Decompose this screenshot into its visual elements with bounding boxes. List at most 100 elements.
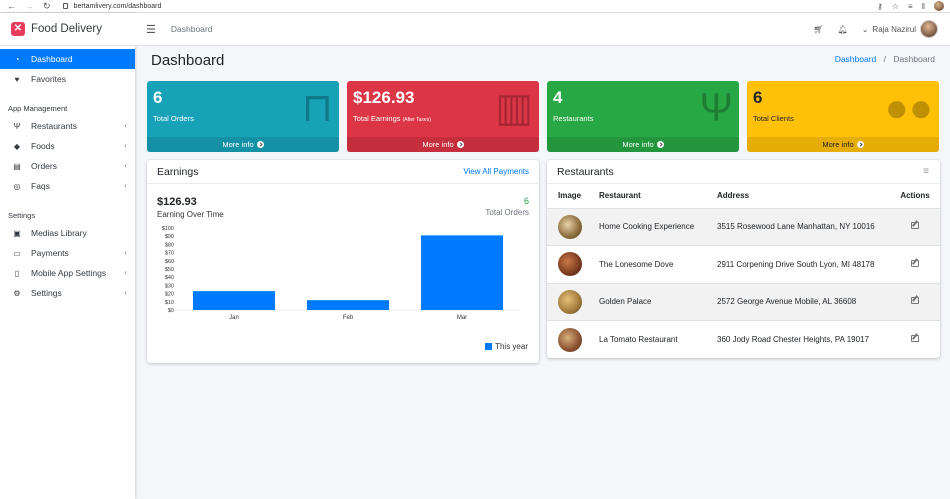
topbar-actions: 🛒︎ 🔔︎ ⌄ Raja Nazirul xyxy=(813,20,938,38)
bar-mar[interactable] xyxy=(420,235,504,310)
chevron-left-icon: ‹ xyxy=(124,141,127,150)
sidebar-item-favorites[interactable]: ♥ Favorites xyxy=(0,69,135,89)
bar-jan[interactable] xyxy=(192,291,276,310)
column-header-actions: Actions xyxy=(900,191,930,201)
earnings-bar-chart: $0 $10 $20 $30 $40 $50 $60 $70 $80 $90 $100 Jan Feb M… xyxy=(162,226,519,321)
total-orders-box: 6 Total Orders ⊓ More info xyxy=(147,81,339,152)
key-icon[interactable]: ⚷ xyxy=(877,2,883,11)
y-tick-label: $10 xyxy=(165,300,174,306)
cell-actions xyxy=(890,282,940,321)
utensils-icon: Ψ xyxy=(699,86,733,130)
chevron-left-icon: ‹ xyxy=(124,248,127,257)
cell-restaurant: The Lonesome Dove xyxy=(588,245,706,283)
more-info-link[interactable]: More info xyxy=(747,137,939,152)
brand-logo-icon: ✕ xyxy=(11,22,25,36)
sidebar-item-faqs[interactable]: ◎ Faqs ‹ xyxy=(0,176,135,196)
image-icon: ▣ xyxy=(13,228,21,238)
card-menu-icon[interactable]: ≡ xyxy=(923,166,929,177)
sidebar-item-dashboard[interactable]: ◔ Dashboard xyxy=(0,49,135,69)
cell-address: 2572 George Avenue Mobile, AL 36608 xyxy=(706,282,890,321)
more-info-link[interactable]: More info xyxy=(547,137,739,152)
sidebar-item-label: Orders xyxy=(31,161,57,171)
sidebar-item-restaurants[interactable]: Ψ Restaurants ‹ xyxy=(0,116,135,136)
sidebar-header-settings: Settings xyxy=(8,211,36,220)
y-tick-label: $70 xyxy=(165,251,174,257)
more-info-link[interactable]: More info xyxy=(347,137,539,152)
bar-feb[interactable] xyxy=(306,300,390,310)
extensions-icon[interactable]: ≡ xyxy=(908,2,913,11)
restaurants-title: Restaurants xyxy=(557,165,614,178)
small-box-label-note: (After Taxes) xyxy=(402,117,431,123)
earnings-title: Earnings xyxy=(157,165,199,178)
more-info-link[interactable]: More info xyxy=(147,137,339,152)
cell-actions xyxy=(890,207,940,246)
chevron-left-icon: ‹ xyxy=(124,268,127,277)
y-tick-label: $60 xyxy=(165,259,174,265)
arrow-circle-right-icon xyxy=(256,141,264,148)
address-bar[interactable]: bertamlivery.com/dashboard xyxy=(62,3,161,10)
sidebar-item-settings[interactable]: ⚙ Settings ‹ xyxy=(0,283,135,303)
user-menu[interactable]: ⌄ Raja Nazirul xyxy=(862,20,938,38)
edit-icon[interactable] xyxy=(911,222,919,230)
support-icon: ◎ xyxy=(13,181,21,191)
sidebar-item-foods[interactable]: ◆ Foods ‹ xyxy=(0,136,135,156)
sidebar-item-mobile-app-settings[interactable]: ▯ Mobile App Settings ‹ xyxy=(0,263,135,283)
small-box-label-text: Total Clients xyxy=(753,114,794,123)
users-icon: ●● xyxy=(884,86,933,130)
user-avatar xyxy=(920,20,938,38)
brand[interactable]: ✕ Food Delivery xyxy=(0,13,135,46)
utensils-icon: Ψ xyxy=(13,121,21,131)
forward-arrow-icon[interactable]: → xyxy=(25,1,34,11)
more-info-label: More info xyxy=(822,140,854,149)
pause-icon[interactable]: ‖ xyxy=(922,2,925,11)
view-all-payments-link[interactable]: View All Payments xyxy=(463,167,529,176)
sidebar-item-label: Restaurants xyxy=(31,121,77,131)
hamburger-menu-icon[interactable]: ☰ xyxy=(146,23,156,36)
column-header-address: Address xyxy=(717,191,750,201)
arrow-circle-right-icon xyxy=(456,141,464,148)
table-row: The Lonesome Dove 2911 Corpening Drive So… xyxy=(547,245,940,283)
cell-image xyxy=(547,207,588,246)
lock-icon xyxy=(62,3,68,9)
sidebar-item-orders[interactable]: ▤ Orders ‹ xyxy=(0,156,135,176)
browser-profile-avatar[interactable] xyxy=(934,1,944,11)
bell-icon[interactable]: 🔔︎ xyxy=(838,25,848,34)
edit-icon[interactable] xyxy=(911,297,919,305)
edit-icon[interactable] xyxy=(911,335,919,342)
small-box-body: 6 Total Clients ●● xyxy=(747,81,939,137)
cell-image xyxy=(547,245,588,283)
cell-restaurant: Home Cooking Experience xyxy=(588,207,706,246)
reload-icon[interactable]: ↻ xyxy=(43,1,51,12)
star-icon[interactable]: ☆ xyxy=(892,2,899,11)
cart-icon[interactable]: 🛒︎ xyxy=(813,25,823,34)
more-info-label: More info xyxy=(422,140,454,149)
sidebar-item-label: Settings xyxy=(31,288,62,298)
brand-name: Food Delivery xyxy=(31,23,102,35)
legend-label: This year xyxy=(495,342,528,351)
topbar-title[interactable]: Dashboard xyxy=(171,24,213,34)
browser-toolbar: ← → ↻ bertamlivery.com/dashboard ⚷ ☆ ≡ ‖ xyxy=(0,0,950,13)
breadcrumb-link-dashboard[interactable]: Dashboard xyxy=(835,54,877,64)
edit-icon[interactable] xyxy=(911,259,919,267)
chart-legend[interactable]: This year xyxy=(485,342,528,351)
earnings-card: Earnings View All Payments $126.93 Earni… xyxy=(147,160,539,363)
earnings-card-header: Earnings View All Payments xyxy=(147,160,539,184)
y-tick-label: $50 xyxy=(165,267,174,273)
restaurant-thumbnail xyxy=(558,327,582,352)
column-header-image: Image xyxy=(558,191,582,201)
y-tick-label: $90 xyxy=(165,234,174,240)
money-bill-icon: ▥ xyxy=(495,86,533,130)
sidebar-header-app-management: App Management xyxy=(8,104,68,113)
y-tick-label: $40 xyxy=(165,275,174,281)
inbox-icon: ▤ xyxy=(13,161,21,171)
sidebar-item-label: Medias Library xyxy=(31,228,87,238)
back-arrow-icon[interactable]: ← xyxy=(7,1,16,11)
cell-restaurant: La Tomato Restaurant xyxy=(588,320,706,358)
sidebar-item-medias-library[interactable]: ▣ Medias Library xyxy=(0,223,135,243)
sidebar-item-payments[interactable]: ▭ Payments ‹ xyxy=(0,243,135,263)
y-tick-label: $20 xyxy=(165,292,174,298)
total-earnings-box: $126.93 Total Earnings (After Taxes) ▥ More… xyxy=(347,81,539,152)
restaurants-card-header: Restaurants ≡ xyxy=(547,160,940,184)
chevron-left-icon: ‹ xyxy=(124,288,127,297)
y-tick-label: $100 xyxy=(162,226,174,232)
